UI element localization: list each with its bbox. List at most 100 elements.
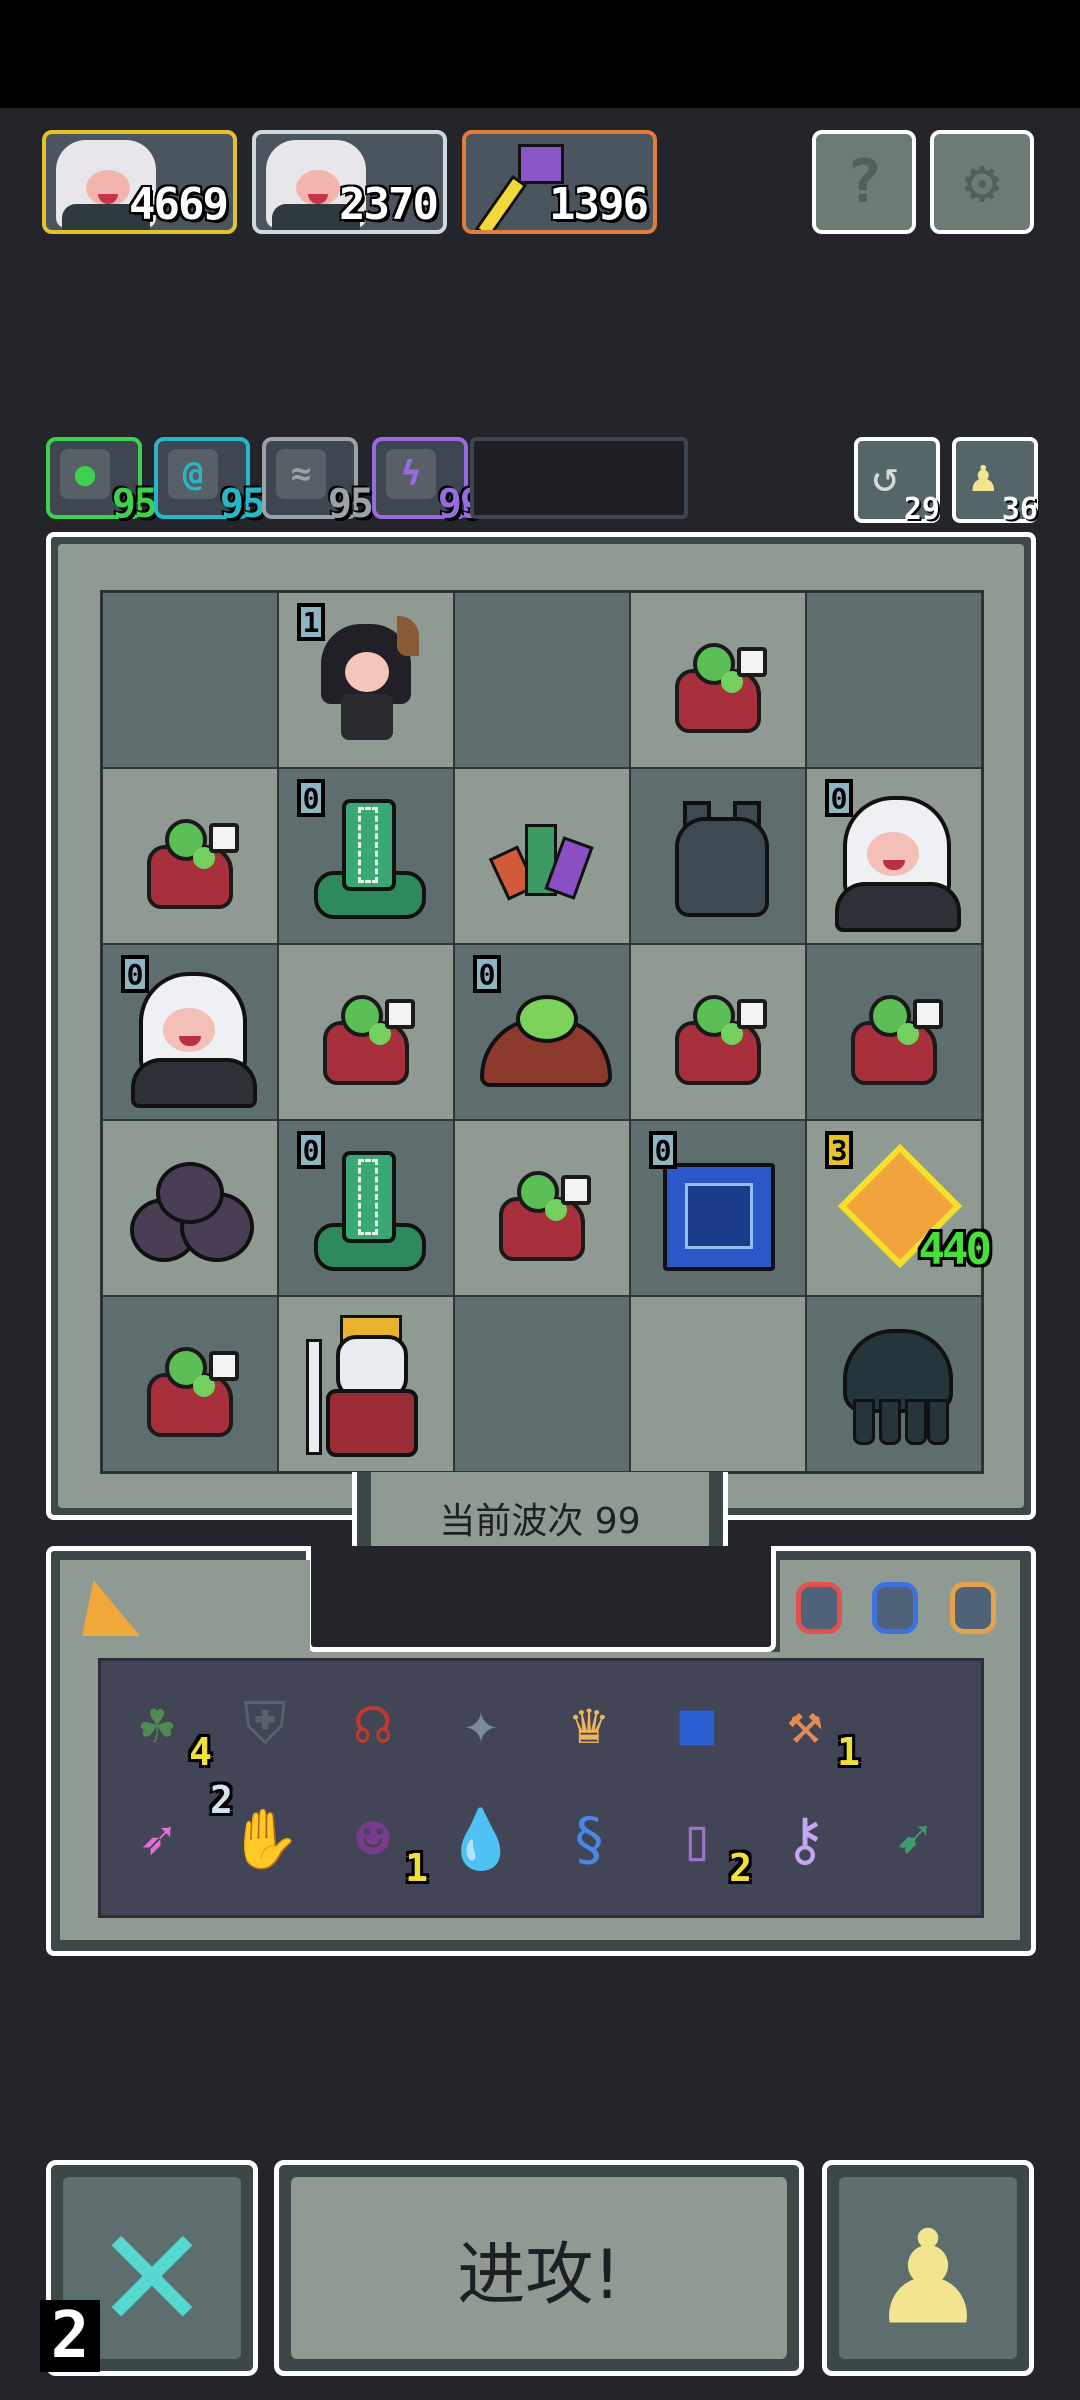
item-quantity: 1 bbox=[405, 1846, 428, 1890]
inventory-item[interactable]: ⛨ bbox=[220, 1678, 310, 1768]
root-creature-icon bbox=[135, 1329, 245, 1439]
vortex-chip[interactable]: @95 bbox=[154, 437, 266, 527]
attack-button[interactable]: 进攻! bbox=[274, 2160, 804, 2376]
board-cell[interactable] bbox=[630, 592, 806, 768]
removal-button[interactable]: ♟ 36 bbox=[952, 437, 1038, 527]
hero-card[interactable]: 4669 bbox=[42, 130, 237, 234]
board-cell[interactable] bbox=[454, 1120, 630, 1296]
reroll-button[interactable]: ↺ 29 bbox=[854, 437, 940, 527]
inventory-item[interactable]: ♛ bbox=[544, 1678, 634, 1768]
board-cell[interactable]: 0 bbox=[278, 1120, 454, 1296]
board-cell[interactable]: 0 bbox=[630, 1120, 806, 1296]
board-cell[interactable]: 0 bbox=[806, 768, 982, 944]
hero-card[interactable]: 1396 bbox=[462, 130, 657, 234]
mossy-rock-icon bbox=[120, 1148, 260, 1268]
inventory-item[interactable]: ✋ 2 bbox=[210, 1778, 310, 1884]
removal-count: 36 bbox=[1001, 492, 1038, 527]
water-tile-icon: ■ bbox=[679, 1689, 715, 1757]
board-cell[interactable] bbox=[806, 592, 982, 768]
water-drop-icon: 💧 bbox=[444, 1805, 518, 1873]
inventory-item[interactable]: ☻ 1 bbox=[328, 1794, 428, 1890]
unit-level-badge: 0 bbox=[473, 955, 501, 993]
inventory-item[interactable]: ➹ bbox=[868, 1794, 958, 1884]
crown-claw-icon: ♛ bbox=[571, 1689, 607, 1757]
board-cell[interactable]: 3 440 bbox=[806, 1120, 992, 1296]
demon-mask-icon: ☻ bbox=[355, 1805, 391, 1873]
unit-level-badge: 0 bbox=[825, 779, 853, 817]
blue-bird-icon: § bbox=[571, 1805, 607, 1873]
inventory-notch bbox=[306, 1546, 776, 1652]
lightning-chip[interactable]: ϟ 99 bbox=[372, 437, 484, 527]
wind-icon: ≈ bbox=[276, 449, 326, 499]
inventory-item[interactable]: ➶ bbox=[112, 1794, 202, 1884]
potion-jar-icon: ▯ bbox=[679, 1805, 715, 1873]
wind-chip[interactable]: ≈95 bbox=[262, 437, 374, 527]
shuriken-icon: ✦ bbox=[463, 1689, 499, 1757]
attack-label: 进攻! bbox=[457, 2235, 621, 2315]
inventory-item[interactable]: ⚒ 1 bbox=[760, 1678, 860, 1774]
inventory-item[interactable]: ⚷ bbox=[760, 1794, 850, 1884]
root-creature-icon bbox=[663, 977, 773, 1087]
inventory-item[interactable]: § bbox=[544, 1794, 634, 1884]
axe-icon: ⚒ bbox=[787, 1689, 823, 1757]
board-cell[interactable]: 0 bbox=[454, 944, 630, 1120]
board-cell[interactable]: 1 bbox=[278, 592, 454, 768]
skeleton-king-icon bbox=[296, 1309, 436, 1459]
board-cell[interactable]: 0 bbox=[278, 768, 454, 944]
inventory-item[interactable]: ☊ bbox=[328, 1678, 418, 1768]
item-quantity: 2 bbox=[729, 1846, 752, 1890]
board-cell[interactable] bbox=[806, 944, 982, 1120]
board-cell[interactable] bbox=[278, 944, 454, 1120]
status-bar bbox=[0, 0, 1080, 108]
wave-label: 当前波次 99 bbox=[439, 1500, 641, 1542]
board-cell[interactable] bbox=[806, 1296, 982, 1472]
ring-red-icon[interactable] bbox=[796, 1582, 842, 1634]
hero-power: 1396 bbox=[549, 179, 649, 230]
root-creature-icon bbox=[663, 625, 773, 735]
gem-count: 440 bbox=[918, 1224, 993, 1275]
poison-icon: ● bbox=[60, 449, 110, 499]
chip-value: 95 bbox=[327, 481, 374, 527]
board-cell[interactable] bbox=[630, 1296, 806, 1472]
board-cell[interactable] bbox=[102, 592, 278, 768]
pink-arrow-icon: ➶ bbox=[139, 1805, 175, 1873]
lightning-icon: ϟ bbox=[386, 449, 436, 499]
board-cell[interactable] bbox=[102, 1296, 278, 1472]
speed-indicator[interactable]: 2 bbox=[40, 2299, 100, 2373]
pawn-button[interactable]: ♟ bbox=[822, 2160, 1034, 2376]
board-cell[interactable] bbox=[102, 1120, 278, 1296]
reroll-count: 29 bbox=[903, 492, 940, 527]
board-cell[interactable] bbox=[630, 768, 806, 944]
poison-chip[interactable]: ● 95 bbox=[46, 437, 158, 527]
inventory-item[interactable]: ■ bbox=[652, 1678, 742, 1768]
board-cell[interactable] bbox=[278, 1296, 454, 1472]
board-cell[interactable] bbox=[454, 592, 630, 768]
board-cell[interactable] bbox=[102, 768, 278, 944]
shadow-squid-icon bbox=[829, 1319, 959, 1449]
item-level: 2 bbox=[210, 1778, 233, 1822]
vortex-icon: @ bbox=[168, 449, 218, 499]
crystal-cluster-icon bbox=[477, 806, 607, 906]
inventory-item[interactable]: ☘ 4 bbox=[112, 1678, 212, 1774]
board-cell[interactable] bbox=[630, 944, 806, 1120]
purple-key-icon: ⚷ bbox=[783, 1805, 827, 1873]
board-cell[interactable] bbox=[454, 768, 630, 944]
inventory-item[interactable]: ▯ 2 bbox=[652, 1794, 752, 1890]
ring-orange-icon[interactable] bbox=[950, 1582, 996, 1634]
settings-button[interactable]: ⚙ bbox=[930, 130, 1034, 234]
reroll-icon: ↺ bbox=[872, 451, 899, 502]
inventory-item[interactable]: ✦ bbox=[436, 1678, 526, 1768]
root-creature-icon bbox=[839, 977, 949, 1087]
hero-power: 2370 bbox=[339, 179, 439, 230]
board-cell[interactable] bbox=[454, 1296, 630, 1472]
close-icon: ✕ bbox=[100, 2169, 204, 2367]
slime-mound-icon bbox=[472, 977, 612, 1087]
inventory-item[interactable]: 💧 bbox=[436, 1794, 526, 1884]
green-arrow-icon: ➹ bbox=[895, 1805, 931, 1873]
help-button[interactable]: ? bbox=[812, 130, 916, 234]
pawn-icon: ♟ bbox=[879, 2174, 977, 2361]
board-cell[interactable]: 0 bbox=[102, 944, 278, 1120]
ring-blue-icon[interactable] bbox=[872, 1582, 918, 1634]
hero-card[interactable]: 2370 bbox=[252, 130, 447, 234]
chip-value: 95 bbox=[219, 481, 266, 527]
